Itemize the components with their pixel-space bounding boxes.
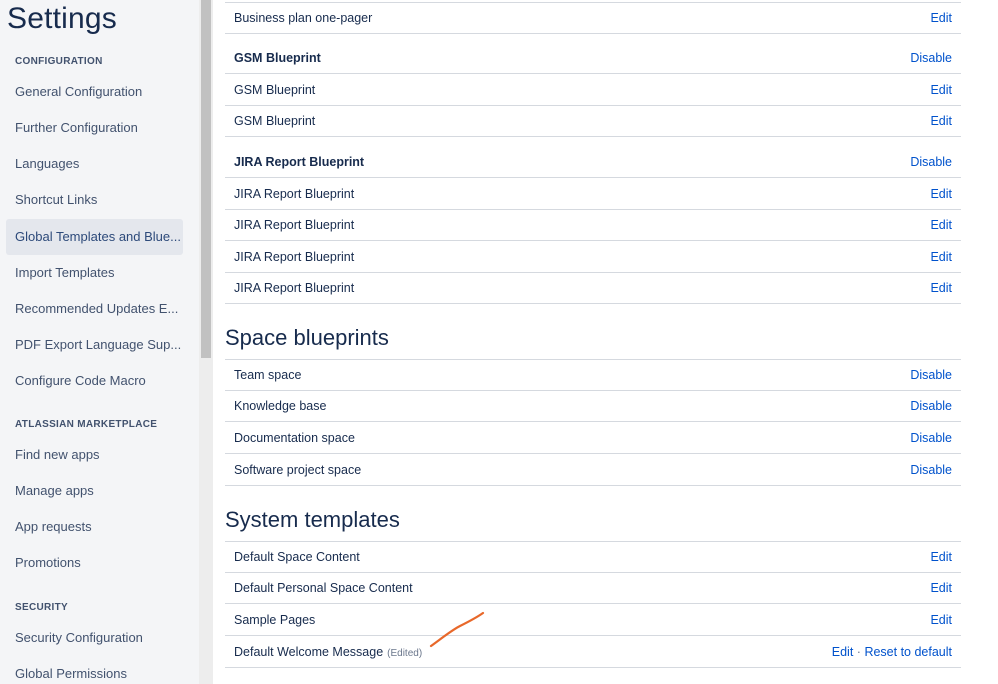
annotation-pen-stroke xyxy=(429,611,485,648)
